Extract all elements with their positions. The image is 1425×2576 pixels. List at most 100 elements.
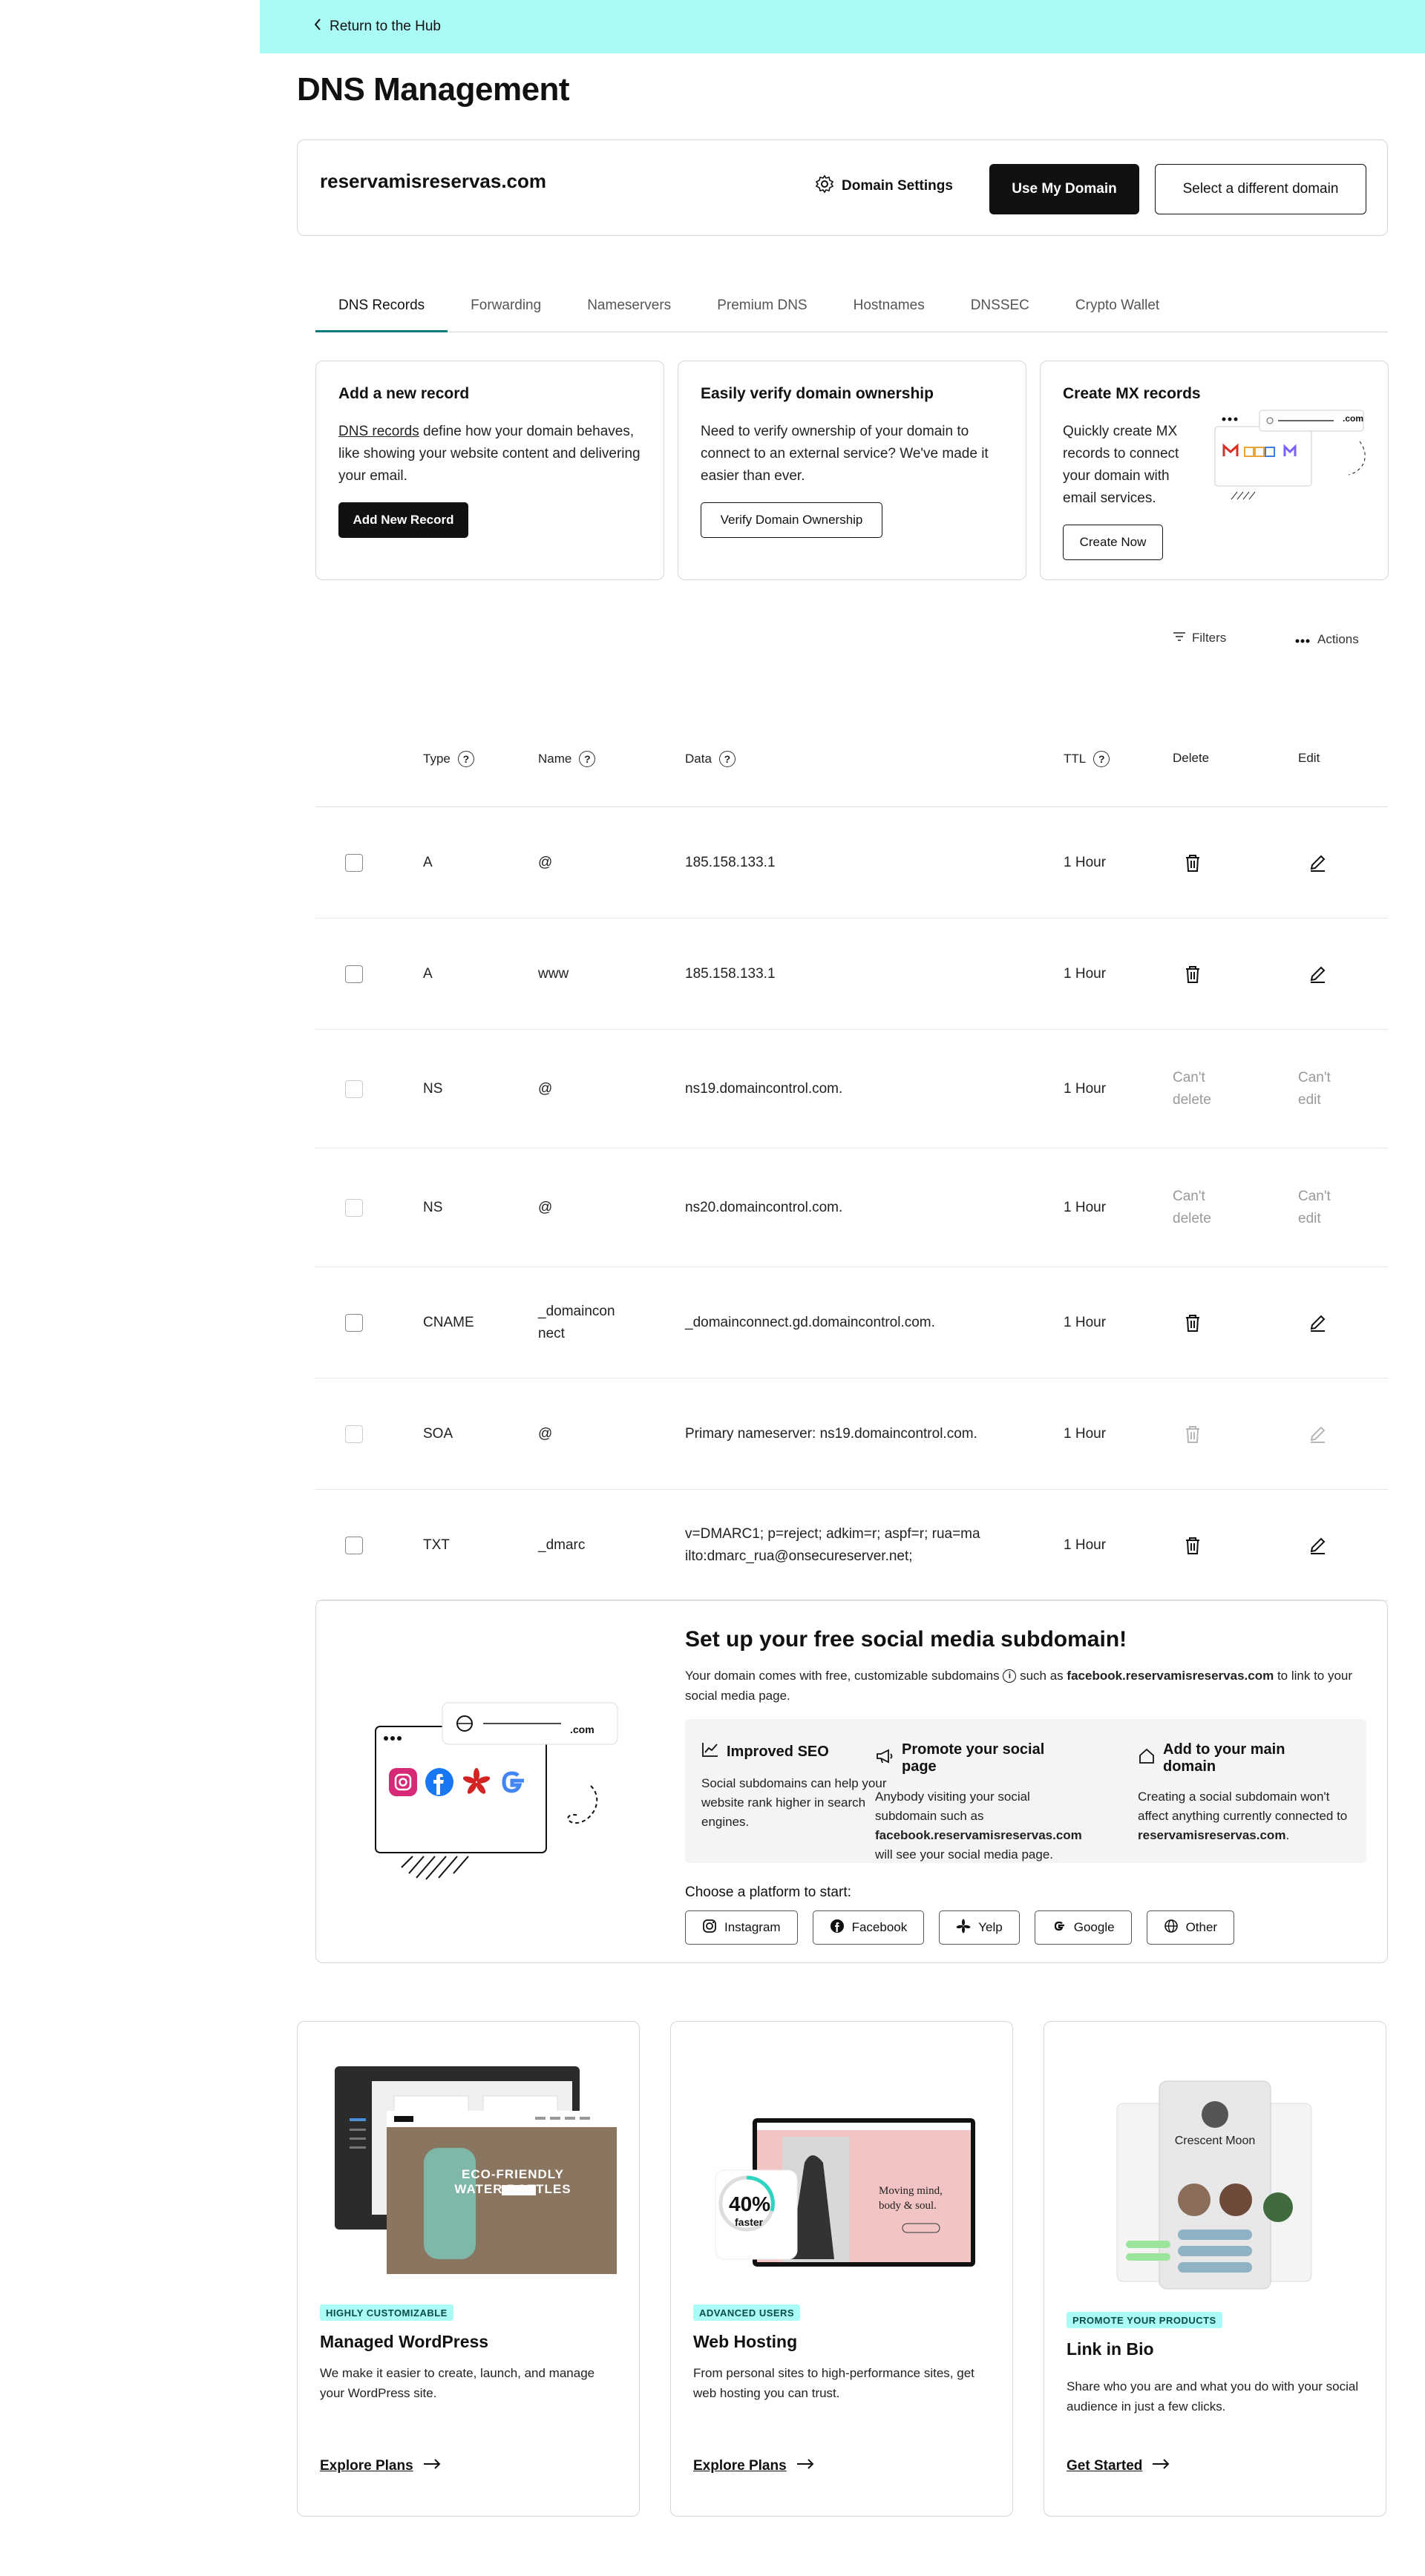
record-ttl: 1 Hour xyxy=(1064,1426,1107,1442)
mx-illustration-domain: .com xyxy=(1343,413,1364,424)
facebook-button[interactable]: Facebook xyxy=(812,1910,925,1945)
wordpress-preview-text: ECO-FRIENDLY WATER BOTTLES xyxy=(454,2167,571,2196)
row-checkbox[interactable] xyxy=(345,854,363,872)
record-data: v=DMARC1; p=reject; adkim=r; aspf=r; rua… xyxy=(685,1526,980,1564)
benefit-title: Add to your main domain xyxy=(1138,1741,1342,1775)
promo-managed-wordpress: ECO-FRIENDLY WATER BOTTLES HIGHLY CUSTOM… xyxy=(297,2021,640,2517)
record-type: SOA xyxy=(423,1426,453,1442)
trash-icon[interactable] xyxy=(1182,964,1203,985)
link-in-bio-preview: Crescent Moon xyxy=(1067,2051,1363,2290)
promo-title: Web Hosting xyxy=(693,2332,798,2351)
other-button[interactable]: Other xyxy=(1146,1910,1235,1945)
google-button[interactable]: Google xyxy=(1034,1910,1132,1945)
social-benefits: Improved SEO Social subdomains can help … xyxy=(685,1719,1366,1863)
record-ttl: 1 Hour xyxy=(1064,1537,1107,1553)
record-data: 185.158.133.1 xyxy=(685,855,776,870)
row-checkbox[interactable] xyxy=(345,965,363,983)
platform-label: Choose a platform to start: xyxy=(685,1885,851,1900)
trash-icon[interactable] xyxy=(1182,852,1203,873)
tab-premium-dns[interactable]: Premium DNS xyxy=(694,291,830,332)
record-data: 185.158.133.1 xyxy=(685,966,776,982)
table-header: Type ? Name ? Data ? TTL ? Delete Edit xyxy=(315,691,1388,807)
domain-settings-button[interactable]: Domain Settings xyxy=(815,174,953,198)
tab-dnssec[interactable]: DNSSEC xyxy=(948,291,1052,332)
yelp-label: Yelp xyxy=(978,1920,1003,1934)
pencil-icon[interactable] xyxy=(1307,852,1328,873)
benefit-promote-desc-text: Anybody visiting your social subdomain s… xyxy=(875,1790,1030,1823)
google-icon xyxy=(1052,1919,1067,1937)
hosting-faster: faster xyxy=(735,2216,764,2228)
add-new-record-button[interactable]: Add New Record xyxy=(338,502,468,538)
info-icon[interactable]: i xyxy=(1003,1669,1017,1683)
pencil-icon[interactable] xyxy=(1307,1535,1328,1556)
help-icon[interactable]: ? xyxy=(1093,751,1110,767)
tab-hostnames[interactable]: Hostnames xyxy=(831,291,948,332)
instagram-icon xyxy=(702,1919,717,1937)
trash-icon xyxy=(1182,1424,1203,1445)
page-title: DNS Management xyxy=(297,71,570,108)
tab-nameservers[interactable]: Nameservers xyxy=(564,291,694,332)
header-ttl-label: TTL xyxy=(1064,752,1087,766)
social-description: Your domain comes with free, customizabl… xyxy=(685,1666,1368,1706)
mx-records-title: Create MX records xyxy=(1063,385,1201,402)
header-ttl: TTL ? xyxy=(1064,751,1110,767)
tab-crypto-wallet[interactable]: Crypto Wallet xyxy=(1052,291,1182,332)
benefit-main-domain-desc-bold: reservamisreservas.com xyxy=(1138,1828,1286,1842)
pencil-icon[interactable] xyxy=(1307,1312,1328,1333)
social-desc-text: such as xyxy=(1016,1669,1067,1683)
explore-plans-wordpress-link[interactable]: Explore Plans xyxy=(320,2458,442,2474)
add-record-desc: DNS records define how your domain behav… xyxy=(338,421,646,487)
instagram-button[interactable]: Instagram xyxy=(685,1910,798,1945)
record-name: @ xyxy=(538,1426,553,1442)
row-checkbox xyxy=(345,1425,363,1443)
row-checkbox[interactable] xyxy=(345,1537,363,1554)
megaphone-icon xyxy=(875,1748,894,1769)
arrow-right-icon xyxy=(1151,2458,1170,2474)
chevron-left-icon xyxy=(313,18,322,36)
record-name: _dmarc xyxy=(538,1537,586,1553)
dns-records-table: Type ? Name ? Data ? TTL ? Delete Edit A… xyxy=(315,691,1388,1601)
verify-domain-ownership-button[interactable]: Verify Domain Ownership xyxy=(701,502,882,538)
record-name: _domaincon nect xyxy=(538,1304,615,1341)
get-started-link[interactable]: Get Started xyxy=(1067,2458,1170,2474)
trash-icon[interactable] xyxy=(1182,1312,1203,1333)
tab-dns-records[interactable]: DNS Records xyxy=(315,291,448,332)
row-checkbox[interactable] xyxy=(345,1314,363,1332)
benefit-promote-desc-bold: facebook.reservamisreservas.com xyxy=(875,1828,1082,1842)
cant-edit-text: Can't edit xyxy=(1298,1070,1331,1108)
record-name: @ xyxy=(538,1081,553,1097)
header-data: Data ? xyxy=(685,751,736,767)
record-ttl: 1 Hour xyxy=(1064,1200,1107,1215)
return-to-hub-link[interactable]: Return to the Hub xyxy=(313,18,441,36)
header-name: Name ? xyxy=(538,751,596,767)
dns-tabs: DNS Records Forwarding Nameservers Premi… xyxy=(315,291,1388,332)
more-horizontal-icon xyxy=(1295,632,1310,647)
table-row: CNAME _domaincon nect _domainconnect.gd.do… xyxy=(315,1267,1388,1379)
header-name-label: Name xyxy=(538,752,572,766)
promo-desc: From personal sites to high-performance … xyxy=(693,2366,974,2400)
use-my-domain-button[interactable]: Use My Domain xyxy=(989,164,1139,214)
record-name: www xyxy=(538,966,569,982)
other-label: Other xyxy=(1185,1920,1218,1934)
header-data-label: Data xyxy=(685,752,712,766)
explore-plans-hosting-link[interactable]: Explore Plans xyxy=(693,2458,815,2474)
benefit-main-domain-desc-text: Creating a social subdomain won't affect… xyxy=(1138,1790,1348,1823)
actions-button[interactable]: Actions xyxy=(1295,632,1359,647)
domain-name: reservamisreservas.com xyxy=(320,170,547,192)
help-icon[interactable]: ? xyxy=(457,751,474,767)
google-label: Google xyxy=(1073,1920,1115,1934)
dns-records-link[interactable]: DNS records xyxy=(338,424,419,439)
trash-icon[interactable] xyxy=(1182,1535,1203,1556)
select-different-domain-button[interactable]: Select a different domain xyxy=(1155,164,1366,214)
actions-label: Actions xyxy=(1317,632,1359,646)
filters-button[interactable]: Filters xyxy=(1173,631,1226,645)
yelp-button[interactable]: Yelp xyxy=(939,1910,1020,1945)
facebook-icon xyxy=(830,1919,845,1937)
help-icon[interactable]: ? xyxy=(579,751,596,767)
help-icon[interactable]: ? xyxy=(718,751,736,767)
tab-forwarding[interactable]: Forwarding xyxy=(448,291,564,332)
web-hosting-preview: 40% faster Moving mind, body & soul. xyxy=(693,2051,990,2281)
benefit-promote: Promote your social page Anybody visitin… xyxy=(875,1741,1082,1864)
create-now-button[interactable]: Create Now xyxy=(1063,525,1163,560)
pencil-icon[interactable] xyxy=(1307,964,1328,985)
